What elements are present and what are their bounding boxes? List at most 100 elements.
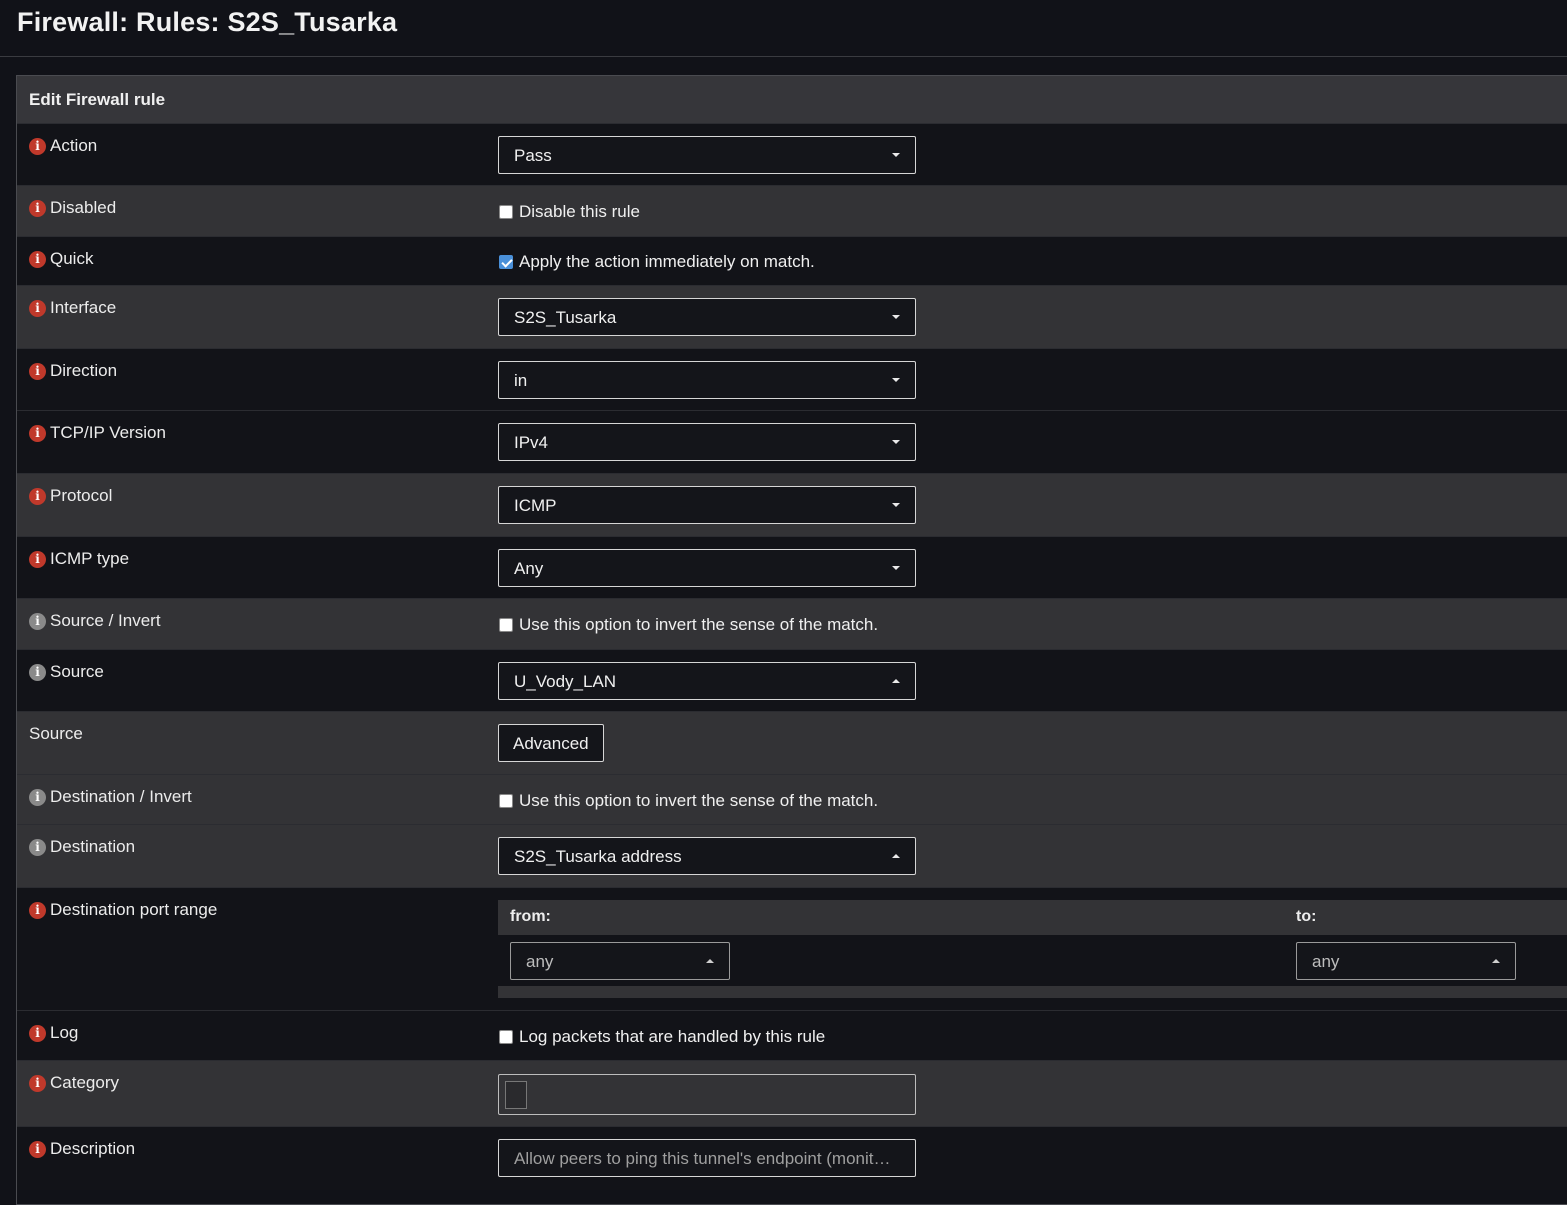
info-icon[interactable]: i [29,550,46,568]
info-icon[interactable]: i [29,1074,46,1092]
caret-up-icon [706,959,714,963]
checkbox-box[interactable] [499,618,513,632]
info-icon[interactable]: i [29,901,46,919]
port-to-value: any [1312,952,1340,971]
category-label: Category [50,1073,119,1092]
destination-invert-checkbox-label: Use this option to invert the sense of t… [519,791,879,810]
source-invert-checkbox-label: Use this option to invert the sense of t… [519,615,879,634]
tcpip-version-value: IPv4 [514,433,549,452]
advanced-button[interactable]: Advanced [498,724,604,762]
caret-down-icon [892,153,900,157]
to-label: to: [1296,908,1317,925]
caret-up-icon [892,679,900,683]
interface-value: S2S_Tusarka [514,308,617,327]
icmp-type-label: ICMP type [50,549,130,568]
caret-up-icon [1492,959,1500,963]
row-category: i Category [17,1060,1567,1126]
info-icon[interactable]: i [29,487,46,505]
row-description: i Description Allow peers to ping this tu… [17,1126,1567,1190]
row-quick: i Quick Apply the action immediately on m… [17,236,1567,285]
direction-select[interactable]: in [498,361,916,399]
log-label: Log [50,1023,79,1042]
row-source: i Source U_Vody_LAN [17,649,1567,711]
source-advanced-label: Source [29,724,83,743]
port-range-header: from: to: [498,900,1567,935]
checkbox-box-checked[interactable] [499,255,513,269]
disabled-label: Disabled [50,198,117,217]
info-icon[interactable]: i [29,1140,46,1158]
tcpip-version-select[interactable]: IPv4 [498,423,916,461]
row-tcpip-version: i TCP/IP Version IPv4 [17,410,1567,473]
from-label: from: [510,908,551,925]
info-icon[interactable]: i [29,1024,46,1042]
row-disabled: i Disabled Disable this rule [17,185,1567,236]
page-header: Firewall: Rules: S2S_Tusarka [0,0,1567,57]
info-icon[interactable]: i [29,838,46,856]
port-from-select[interactable]: any [510,942,730,980]
info-icon[interactable]: i [29,250,46,268]
description-input[interactable]: Allow peers to ping this tunnel's endpoi… [498,1139,916,1177]
info-icon[interactable]: i [29,788,46,806]
checkbox-box[interactable] [499,794,513,808]
port-range-table: from: to: any any [498,900,1567,998]
row-direction: i Direction in [17,348,1567,410]
info-icon[interactable]: i [29,362,46,380]
source-invert-checkbox[interactable]: Use this option to invert the sense of t… [499,615,878,635]
interface-select[interactable]: S2S_Tusarka [498,298,916,336]
info-icon[interactable]: i [29,299,46,317]
row-destination: i Destination S2S_Tusarka address [17,824,1567,887]
protocol-value: ICMP [514,496,557,515]
description-label: Description [50,1139,136,1158]
info-icon[interactable]: i [29,137,46,155]
row-log: i Log Log packets that are handled by thi… [17,1010,1567,1060]
panel-heading: Edit Firewall rule [17,76,1567,123]
destination-label: Destination [50,837,136,856]
row-icmp-type: i ICMP type Any [17,536,1567,598]
tcpip-version-label: TCP/IP Version [50,423,166,442]
info-icon[interactable]: i [29,612,46,630]
info-icon[interactable]: i [29,424,46,442]
dest-port-range-label: Destination port range [50,900,218,919]
protocol-label: Protocol [50,486,113,505]
row-source-advanced: Source Advanced [17,711,1567,774]
destination-value: S2S_Tusarka address [514,847,682,866]
caret-down-icon [892,566,900,570]
disabled-checkbox-label: Disable this rule [519,202,640,221]
action-select[interactable]: Pass [498,136,916,174]
caret-down-icon [892,315,900,319]
destination-select[interactable]: S2S_Tusarka address [498,837,916,875]
row-destination-port-range: i Destination port range from: to: any an… [17,887,1567,1010]
info-icon[interactable]: i [29,663,46,681]
row-protocol: i Protocol ICMP [17,473,1567,536]
protocol-select[interactable]: ICMP [498,486,916,524]
row-destination-invert: i Destination / Invert Use this option to… [17,774,1567,824]
edit-rule-panel: Edit Firewall rule i Action Pass i Disable… [16,75,1567,1205]
interface-label: Interface [50,298,117,317]
quick-label: Quick [50,249,94,268]
row-source-invert: i Source / Invert Use this option to inve… [17,598,1567,649]
checkbox-box[interactable] [499,205,513,219]
caret-up-icon [892,854,900,858]
row-action: i Action Pass [17,123,1567,185]
quick-checkbox[interactable]: Apply the action immediately on match. [499,252,815,272]
caret-down-icon [892,440,900,444]
disabled-checkbox[interactable]: Disable this rule [499,202,640,222]
source-invert-label: Source / Invert [50,611,161,630]
info-icon[interactable]: i [29,199,46,217]
category-input[interactable] [498,1074,916,1115]
source-select[interactable]: U_Vody_LAN [498,662,916,700]
tag-input-box[interactable] [505,1081,527,1109]
icmp-type-select[interactable]: Any [498,549,916,587]
port-range-footer [498,986,1567,998]
source-value: U_Vody_LAN [514,672,617,691]
port-to-select[interactable]: any [1296,942,1516,980]
page-title: Firewall: Rules: S2S_Tusarka [17,7,398,37]
port-from-value: any [526,952,554,971]
log-checkbox[interactable]: Log packets that are handled by this rul… [499,1027,825,1047]
quick-checkbox-label: Apply the action immediately on match. [519,252,815,271]
log-checkbox-label: Log packets that are handled by this rul… [519,1027,826,1046]
row-interface: i Interface S2S_Tusarka [17,285,1567,348]
destination-invert-checkbox[interactable]: Use this option to invert the sense of t… [499,791,878,811]
direction-value: in [514,371,528,390]
checkbox-box[interactable] [499,1030,513,1044]
